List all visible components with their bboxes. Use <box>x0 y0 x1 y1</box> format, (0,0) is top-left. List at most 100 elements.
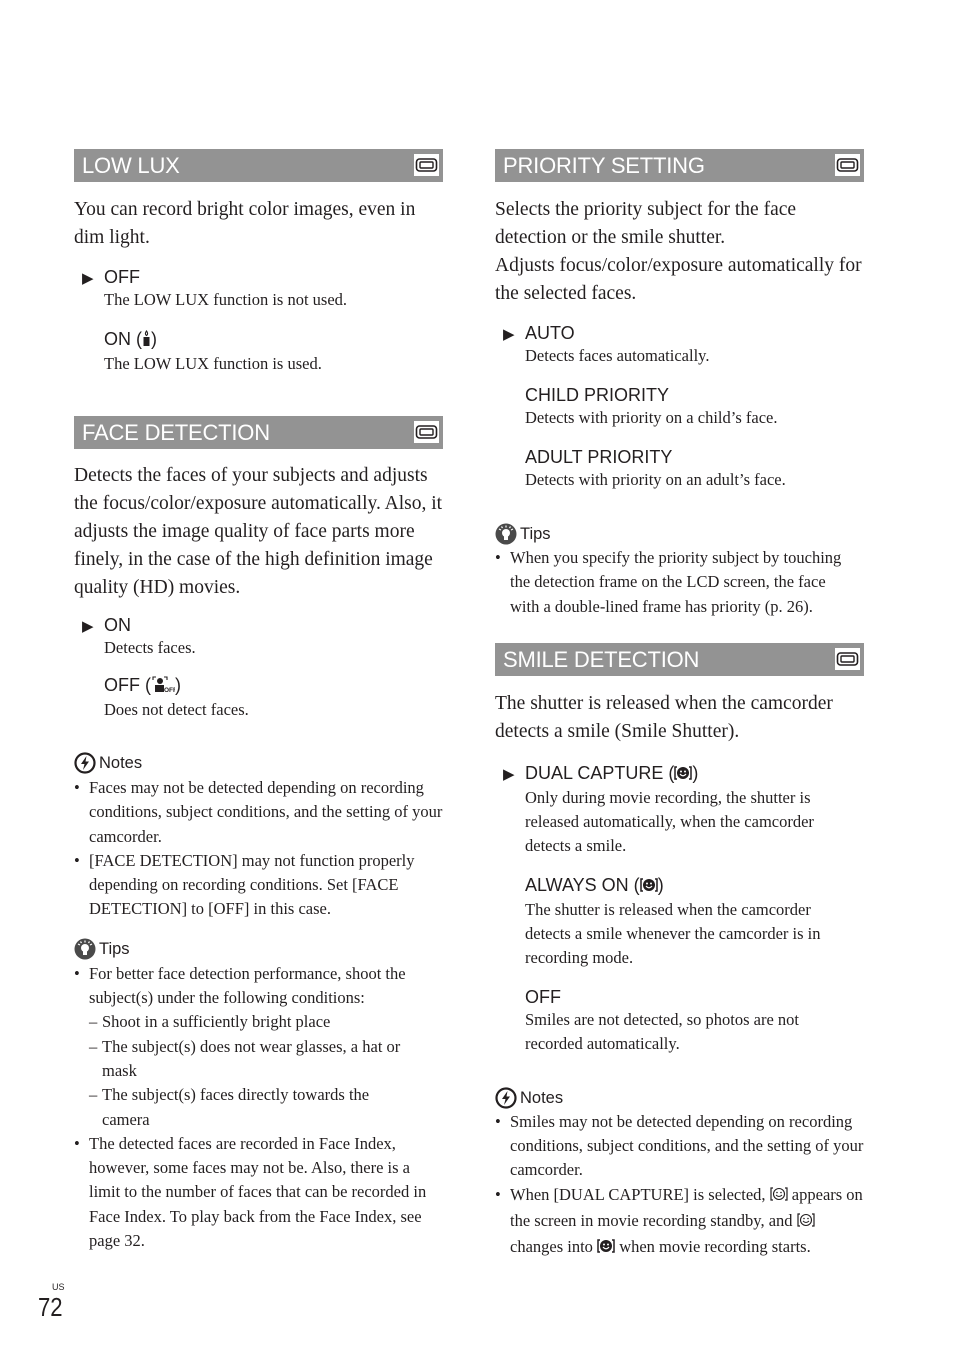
notes-heading-text: Notes <box>520 1088 564 1107</box>
option-label: OFF <box>525 986 561 1007</box>
option-label-text: ON ( <box>104 329 142 349</box>
movie-camera-icon <box>835 154 860 176</box>
section-title: SMILE DETECTION <box>503 646 700 672</box>
right-column: PRIORITY SETTING Selects the priority su… <box>495 149 864 1262</box>
option-description: Detects faces automatically. <box>525 346 710 365</box>
default-marker-icon: ▶ <box>503 764 515 783</box>
option-label: ADULT PRIORITY <box>525 447 673 467</box>
option-label-end: ) <box>175 675 181 695</box>
option-dual-capture: ▶ DUAL CAPTURE () Only during movie reco… <box>503 762 864 858</box>
tips-icon <box>495 523 517 545</box>
section-intro: Detects the faces of your subjects and a… <box>74 465 443 598</box>
section-header-low-lux: LOW LUX <box>74 149 443 182</box>
svg-text:OFF: OFF <box>164 687 175 693</box>
tips-icon <box>74 938 96 960</box>
option-label: AUTO <box>525 323 575 343</box>
note-item: When [DUAL CAPTURE] is selected, appears… <box>495 1183 864 1262</box>
movie-camera-icon <box>835 647 860 670</box>
tips-box: Tips For better face detection performan… <box>74 938 443 1254</box>
option-label-text: DUAL CAPTURE ( <box>525 762 675 783</box>
option-label: CHILD PRIORITY <box>525 385 670 405</box>
page-region-label: US <box>52 1282 65 1292</box>
option-description: Detects with priority on an adult’s face… <box>525 470 786 489</box>
notes-icon <box>74 752 96 774</box>
option-description: Does not detect faces. <box>104 700 249 719</box>
option-label-end: ) <box>151 329 157 349</box>
section-intro: You can record bright color images, even… <box>74 199 416 248</box>
notes-heading: Notes <box>74 752 443 774</box>
page-number-value: 72 <box>38 1292 63 1322</box>
face-detection-off-icon: OFF <box>151 676 177 698</box>
tip-item: For better face detection performance, s… <box>74 962 443 1132</box>
note-item: Smiles may not be detected depending on … <box>495 1110 864 1183</box>
option-label: OFF ( OFF) <box>104 674 443 698</box>
smile-standby-icon <box>797 1211 815 1235</box>
tips-heading-text: Tips <box>99 939 130 958</box>
tip-item: The detected faces are recorded in Face … <box>74 1132 429 1253</box>
option-label-end: ) <box>692 762 699 783</box>
option-label: ALWAYS ON () <box>525 874 864 898</box>
notes-heading-text: Notes <box>99 754 143 772</box>
note-text: When [DUAL CAPTURE] is selected, <box>510 1184 770 1204</box>
option-label-end: ) <box>657 874 664 895</box>
default-marker-icon: ▶ <box>503 325 515 343</box>
movie-camera-icon <box>414 154 439 176</box>
notes-box: Notes Smiles may not be detected dependi… <box>495 1087 864 1262</box>
option-description: Smiles are not detected, so photos are n… <box>525 1009 800 1053</box>
section-title: FACE DETECTION <box>82 420 270 445</box>
tip-subitem: Shoot in a sufficiently bright place <box>89 1010 443 1035</box>
option-label-text: ALWAYS ON ( <box>525 874 640 895</box>
section-intro-2: Adjusts focus/color/exposure automatical… <box>495 255 862 304</box>
option-off: OFF Smiles are not detected, so photos a… <box>525 986 864 1056</box>
note-text: changes into <box>510 1237 598 1257</box>
left-column: LOW LUX You can record bright color imag… <box>74 149 443 1253</box>
smile-standby-icon <box>770 1185 788 1209</box>
tip-text: For better face detection performance, s… <box>89 963 406 1008</box>
section-intro: The shutter is released when the camcord… <box>495 692 833 742</box>
option-always-on: ALWAYS ON () The shutter is released whe… <box>525 874 864 970</box>
tip-subitem: The subject(s) faces directly towards th… <box>89 1083 412 1132</box>
notes-icon <box>495 1087 517 1109</box>
tips-heading: Tips <box>74 938 443 960</box>
smile-shutter-icon <box>639 876 658 898</box>
note-item: [FACE DETECTION] may not function proper… <box>74 849 443 922</box>
tip-subitem: The subject(s) does not wear glasses, a … <box>89 1035 412 1084</box>
section-header-smile-detection: SMILE DETECTION <box>495 642 864 676</box>
smile-shutter-icon <box>597 1237 615 1261</box>
option-description: Detects faces. <box>104 638 196 657</box>
option-description: Only during movie recording, the shutter… <box>525 787 814 855</box>
movie-camera-icon <box>414 421 439 443</box>
option-label-text: OFF ( <box>104 675 151 695</box>
note-text: when movie recording starts. <box>615 1237 811 1257</box>
note-item: Faces may not be detected depending on r… <box>74 776 443 849</box>
option-on: ▶ ON Detects faces. <box>82 614 443 660</box>
section-header-priority-setting: PRIORITY SETTING <box>495 149 864 182</box>
option-label: ON () <box>104 328 443 352</box>
tip-item: When you specify the priority subject by… <box>495 546 855 619</box>
option-description: Detects with priority on a child’s face. <box>525 408 778 427</box>
section-low-lux: LOW LUX You can record bright color imag… <box>74 149 443 376</box>
section-priority-setting: PRIORITY SETTING Selects the priority su… <box>495 149 864 619</box>
section-intro: Selects the priority subject for the fac… <box>495 199 797 248</box>
smile-shutter-icon <box>674 764 693 786</box>
option-off: ▶ OFF The LOW LUX function is not used. <box>82 266 443 312</box>
notes-heading: Notes <box>495 1087 864 1109</box>
tips-heading: Tips <box>495 523 864 545</box>
option-description: The LOW LUX function is used. <box>104 354 322 373</box>
option-auto: ▶ AUTO Detects faces automatically. <box>503 322 864 368</box>
option-label: DUAL CAPTURE () <box>525 762 864 786</box>
section-face-detection: FACE DETECTION Detects the faces of your… <box>74 416 443 1253</box>
option-off: OFF ( OFF) Does not detect faces. <box>104 674 443 722</box>
section-title: PRIORITY SETTING <box>503 153 705 178</box>
option-description: The shutter is released when the camcord… <box>525 899 821 967</box>
section-title: LOW LUX <box>82 153 180 178</box>
notes-box: Notes Faces may not be detected dependin… <box>74 752 443 922</box>
default-marker-icon: ▶ <box>82 269 94 287</box>
tips-box: Tips When you specify the priority subje… <box>495 523 864 619</box>
default-marker-icon: ▶ <box>82 617 94 635</box>
section-smile-detection: SMILE DETECTION The shutter is released … <box>495 642 864 1262</box>
option-label: OFF <box>104 267 140 287</box>
tips-heading-text: Tips <box>520 525 551 543</box>
option-description: The LOW LUX function is not used. <box>104 290 348 309</box>
candle-icon <box>142 330 151 352</box>
